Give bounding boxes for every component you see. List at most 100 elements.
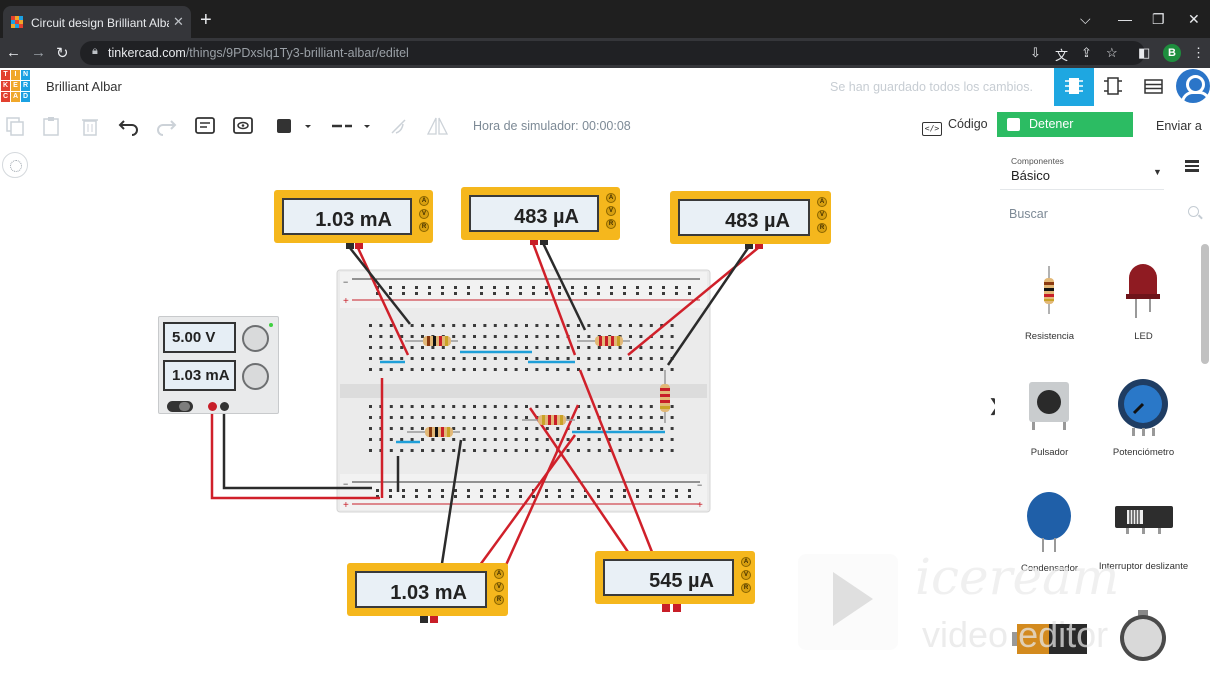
svg-text:−: − <box>697 480 702 490</box>
forward-button[interactable]: → <box>31 44 46 61</box>
wire-type-dropdown[interactable] <box>330 116 374 136</box>
tinkercad-logo[interactable]: TIN KER CAD <box>1 70 30 102</box>
part-pushbutton[interactable]: Pulsador <box>1002 370 1097 470</box>
back-button[interactable]: ← <box>6 44 21 61</box>
translate-icon[interactable]: 文 <box>1055 45 1068 64</box>
tab-title: Circuit design Brilliant Albar | Tin <box>31 16 169 30</box>
meter-mode-knobs[interactable]: AVR <box>419 196 429 235</box>
logo-tile: D <box>21 92 30 102</box>
browser-tab-strip: Circuit design Brilliant Albar | Tin ✕ +… <box>0 0 1210 38</box>
logo-tile: T <box>1 70 10 80</box>
psu-positive-terminal[interactable] <box>208 402 217 411</box>
capacitor-icon <box>1027 492 1071 552</box>
svg-text:+: + <box>697 500 703 511</box>
logo-tile: C <box>1 92 10 102</box>
multimeter[interactable]: 1.03 mA AVR <box>347 563 508 616</box>
share-icon[interactable]: ⇪ <box>1081 45 1092 61</box>
components-dropdown-value: Básico <box>1011 168 1051 183</box>
potentiometer-icon <box>1118 379 1168 436</box>
schematic-view-button[interactable] <box>1093 68 1133 106</box>
undo-icon[interactable] <box>118 116 140 136</box>
psu-power-switch[interactable] <box>167 401 193 412</box>
tab-close-icon[interactable]: ✕ <box>173 14 184 30</box>
copy-icon[interactable] <box>4 116 26 136</box>
meter-reading: 1.03 mA <box>390 582 467 604</box>
stop-simulation-button[interactable]: Detener simulación <box>997 112 1133 156</box>
profile-avatar[interactable]: B <box>1163 44 1181 62</box>
svg-text:+: + <box>343 500 349 511</box>
chip-icon <box>1065 78 1083 94</box>
install-icon[interactable]: ⇩ <box>1030 45 1041 61</box>
address-bar[interactable]: 🔒︎ tinkercad.com/things/9PDxslq1Ty3-bril… <box>80 41 1145 65</box>
part-potentiometer[interactable]: Potenciómetro <box>1096 370 1191 470</box>
part-label: Pulsador <box>1030 447 1069 458</box>
notes-icon[interactable] <box>194 116 216 136</box>
browser-tab[interactable]: Circuit design Brilliant Albar | Tin ✕ <box>3 6 191 38</box>
side-panel-icon[interactable]: ◧ <box>1138 45 1150 61</box>
browser-toolbar: ← → ↻ 🔒︎ tinkercad.com/things/9PDxslq1Ty… <box>0 38 1210 68</box>
delete-icon[interactable] <box>79 116 101 136</box>
show-notes-icon[interactable] <box>232 116 254 136</box>
paste-icon[interactable] <box>40 116 62 136</box>
redo-icon[interactable] <box>155 116 177 136</box>
multimeter[interactable]: 545 µA AVR <box>595 551 755 604</box>
led-icon <box>1126 264 1160 318</box>
logo-tile: R <box>21 81 30 91</box>
logo-tile: A <box>11 92 20 102</box>
part-label: Resistencia <box>1024 331 1075 342</box>
tinkercad-favicon-icon <box>11 16 23 28</box>
component-search-input[interactable]: Buscar <box>1000 202 1200 228</box>
video-play-watermark-icon <box>798 554 898 650</box>
flip-icon[interactable] <box>426 116 448 136</box>
meter-reading: 545 µA <box>649 570 714 592</box>
wire-color-dropdown[interactable] <box>275 116 315 136</box>
browser-menu-icon[interactable]: ⋮ <box>1192 45 1205 61</box>
tab-search-icon[interactable]: ⌵ <box>1080 11 1091 28</box>
project-name[interactable]: Brilliant Albar <box>46 79 122 94</box>
power-supply[interactable]: 5.00 V 1.03 mA <box>158 316 279 414</box>
search-placeholder: Buscar <box>1009 207 1048 221</box>
code-label: Código <box>948 117 988 131</box>
send-to-button[interactable]: Enviar a <box>1156 119 1202 133</box>
multimeter[interactable]: 1.03 mA AVR <box>274 190 433 243</box>
rotate-icon[interactable] <box>388 116 410 136</box>
meter-mode-knobs[interactable]: AVR <box>494 569 504 608</box>
components-dropdown[interactable]: Componentes Básico ▼ <box>1000 152 1164 190</box>
component-list-button[interactable] <box>1133 68 1173 106</box>
new-tab-button[interactable]: + <box>200 10 212 30</box>
list-view-icon[interactable] <box>1185 160 1199 172</box>
psu-led-icon <box>269 323 273 327</box>
maximize-button[interactable]: ❐ <box>1152 11 1165 28</box>
stop-icon <box>1007 118 1020 131</box>
meter-mode-knobs[interactable]: AVR <box>606 193 616 232</box>
multimeter[interactable]: 483 µA AVR <box>461 187 620 240</box>
meter-reading: 483 µA <box>725 210 790 232</box>
voltage-knob[interactable] <box>242 325 269 352</box>
multimeter[interactable]: 483 µA AVR <box>670 191 831 244</box>
tinkercad-header: TIN KER CAD Brilliant Albar Se han guardad… <box>0 68 1210 108</box>
meter-mode-knobs[interactable]: AVR <box>741 557 751 596</box>
resistor-icon <box>1044 266 1054 314</box>
close-window-button[interactable]: ✕ <box>1188 11 1200 28</box>
watermark-subtext-icon: video editor <box>922 614 1109 655</box>
psu-negative-terminal[interactable] <box>220 402 229 411</box>
part-label: Potenciómetro <box>1112 447 1175 458</box>
meter-mode-knobs[interactable]: AVR <box>817 197 827 236</box>
current-knob[interactable] <box>242 363 269 390</box>
part-led[interactable]: LED <box>1096 254 1191 354</box>
user-avatar[interactable] <box>1176 69 1210 106</box>
psu-voltage-display: 5.00 V <box>163 322 236 353</box>
part-resistor[interactable]: Resistencia <box>1002 254 1097 354</box>
part-coin-battery[interactable] <box>1096 606 1191 676</box>
reload-button[interactable]: ↻ <box>56 44 69 62</box>
bookmark-star-icon[interactable]: ☆ <box>1106 45 1118 61</box>
minimize-button[interactable]: — <box>1118 11 1132 27</box>
circuit-view-button[interactable] <box>1054 68 1094 106</box>
panel-scrollbar[interactable] <box>1201 244 1209 364</box>
part-label: LED <box>1134 331 1153 342</box>
search-icon <box>1188 206 1199 217</box>
code-button[interactable]: </> Código <box>922 117 988 136</box>
code-icon: </> <box>922 122 942 136</box>
breadboard[interactable]: − + − + − + <box>336 269 711 513</box>
chevron-down-icon: ▼ <box>1153 167 1162 177</box>
